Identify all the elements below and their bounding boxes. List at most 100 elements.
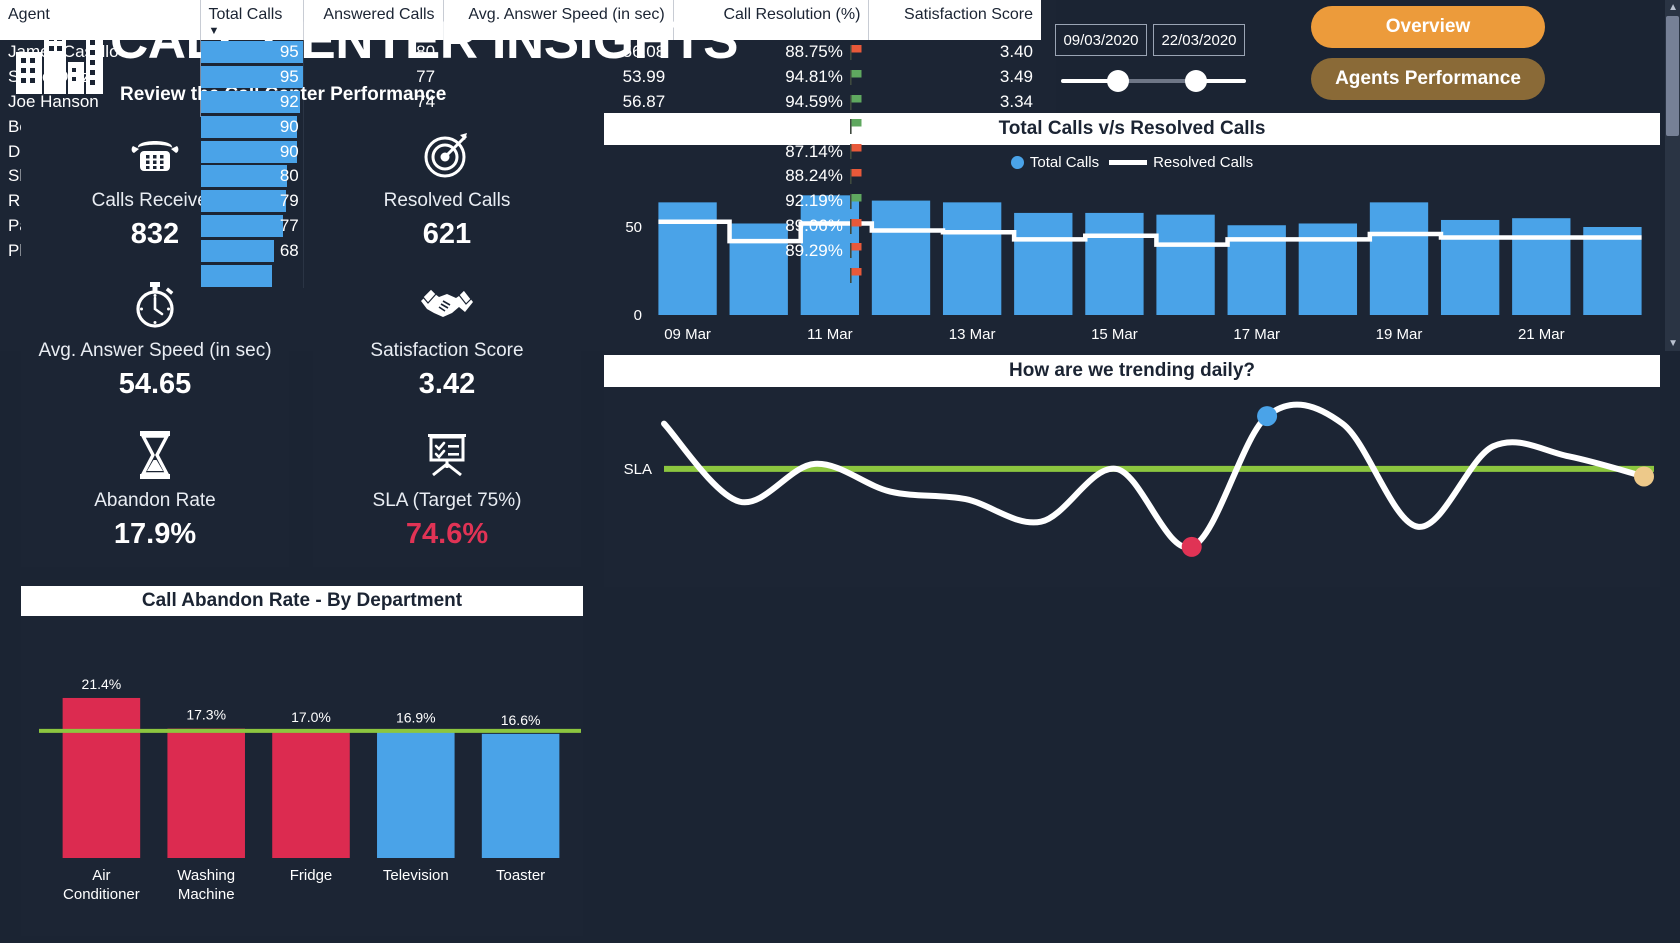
cell-call-resolution: 94.81% [673,65,869,90]
kpi-column-right: Resolved Calls 621 Satisfaction Score 3.… [313,117,581,567]
y-axis-tick: 50 [625,219,642,236]
x-axis-tick: 13 Mar [949,326,996,343]
legend-line-icon [1109,159,1148,165]
x-axis-category-label: Conditioner [63,886,140,903]
bar [1085,212,1144,315]
target-icon [422,130,472,180]
bar [481,733,560,858]
handshake-icon [419,280,475,330]
x-axis-category-label: Television [383,867,449,884]
y-axis-tick: 0 [634,307,642,324]
daily-trend-chart: How are we trending daily? SLA [604,355,1660,587]
last-marker [1634,466,1654,487]
data-bar: 80 [200,165,303,188]
column-header-answered-calls[interactable]: Answered Calls [303,0,444,40]
slider-handle-end[interactable] [1185,70,1207,92]
data-bar: 79 [200,190,303,213]
kpi-value: 621 [422,218,472,250]
legend-item-resolved-calls: Resolved Calls [1109,154,1253,171]
bar-data-label: 21.4% [82,676,122,692]
table-scrollbar[interactable]: ▲ ▼ [1665,0,1680,351]
x-axis-category-label: Fridge [290,867,333,884]
data-bar-value: 68 [279,240,299,260]
x-axis-category-label: Washing [177,867,235,884]
data-bar: 92 [200,90,303,113]
green-flag-icon [849,193,862,209]
legend-label: Resolved Calls [1153,153,1254,171]
date-from-field[interactable]: 09/03/2020 [1055,24,1147,56]
data-bar: 90 [200,115,303,138]
bar [942,202,1002,315]
date-range-slicer[interactable]: 09/03/2020 22/03/2020 [1055,24,1250,94]
data-bar-fill [200,214,284,237]
x-axis-category-label: Toaster [496,867,545,884]
cell-call-resolution: 87.14% [673,139,869,164]
column-header-avg-answer-speed[interactable]: Avg. Answer Speed (in sec) [443,0,674,40]
data-bar-value: 79 [279,191,299,211]
data-bar: 95 [200,66,303,89]
stopwatch-icon [130,280,180,330]
scroll-up-icon[interactable]: ▲ [1668,2,1678,13]
bar-data-label: 16.6% [501,712,541,728]
legend-item-total-calls: Total Calls [1010,154,1099,171]
green-flag-icon [849,94,862,110]
column-header-total-calls[interactable]: Total Calls ▼ [200,0,304,40]
bar [167,728,245,858]
red-flag-icon [849,218,862,234]
kpi-card-satisfaction-score: Satisfaction Score 3.42 [313,267,581,417]
cell-total-calls: 79 [200,188,304,214]
bar [1369,202,1429,315]
red-flag-icon [849,268,862,284]
x-axis-category-label: Machine [178,886,235,903]
cell-call-resolution: 92.19% [673,189,869,214]
trend-chart-title: How are we trending daily? [604,355,1660,387]
column-header-label: Total Calls [208,6,283,23]
date-to-field[interactable]: 22/03/2020 [1153,24,1245,56]
abandon-chart-title: Call Abandon Rate - By Department [21,586,583,616]
bar-data-label: 16.9% [396,710,436,726]
abandon-chart-plot: 21.4% 17.3% 17.0% 16.9% 16.6% Air Conditioner W… [39,676,581,903]
cell-call-resolution: 94.59% [673,90,869,115]
kpi-value: 3.42 [418,368,476,400]
green-flag-icon [849,119,862,135]
cell-total-calls: 95 [200,64,304,90]
trend-line [661,401,1647,551]
agents-table-header: Agent Total Calls ▼ Answered Calls Avg. … [0,0,1041,40]
bar [62,697,141,858]
bar [272,730,350,858]
data-bar-value: 77 [279,215,299,235]
data-bar: 90 [200,140,303,163]
nav-button-agents-performance[interactable]: Agents Performance [1311,58,1545,100]
bar-data-label: 17.0% [291,709,331,725]
x-axis-tick: 17 Mar [1233,326,1280,343]
scroll-down-icon[interactable]: ▼ [1668,338,1678,349]
slider-handle-start[interactable] [1107,70,1129,92]
kpi-value: 74.6% [405,518,489,550]
cell-total-calls: 92 [200,89,304,115]
cell-total-calls: 68 [200,238,304,264]
data-bar: 77 [200,214,303,237]
nav-button-overview[interactable]: Overview [1311,6,1545,48]
x-axis-tick: 09 Mar [664,326,711,343]
cell-total-calls: 80 [200,163,304,189]
data-bar-value: 92 [279,91,299,111]
telephone-icon [130,130,180,180]
hourglass-icon [134,430,176,480]
scrollbar-thumb[interactable] [1666,16,1679,136]
bar [1440,219,1500,315]
bar [1156,214,1215,315]
cell-call-resolution: 88.24% [673,164,869,189]
column-header-agent[interactable]: Agent [0,0,201,40]
kpi-value: 17.9% [113,518,197,550]
x-axis-tick: 19 Mar [1376,326,1423,343]
column-header-satisfaction-score[interactable]: Satisfaction Score [868,0,1041,40]
cell-total-calls: 77 [200,213,304,239]
legend-dot-icon [1010,155,1024,169]
data-bar: 95 [200,41,303,64]
cell-call-resolution: 89.06% [673,214,869,239]
kpi-card-resolved-calls: Resolved Calls 621 [313,117,581,267]
kpi-value: 54.65 [118,368,192,400]
bar [1014,212,1073,315]
column-header-call-resolution[interactable]: Call Resolution (%) [673,0,870,40]
kpi-label: SLA (Target 75%) [372,490,522,511]
